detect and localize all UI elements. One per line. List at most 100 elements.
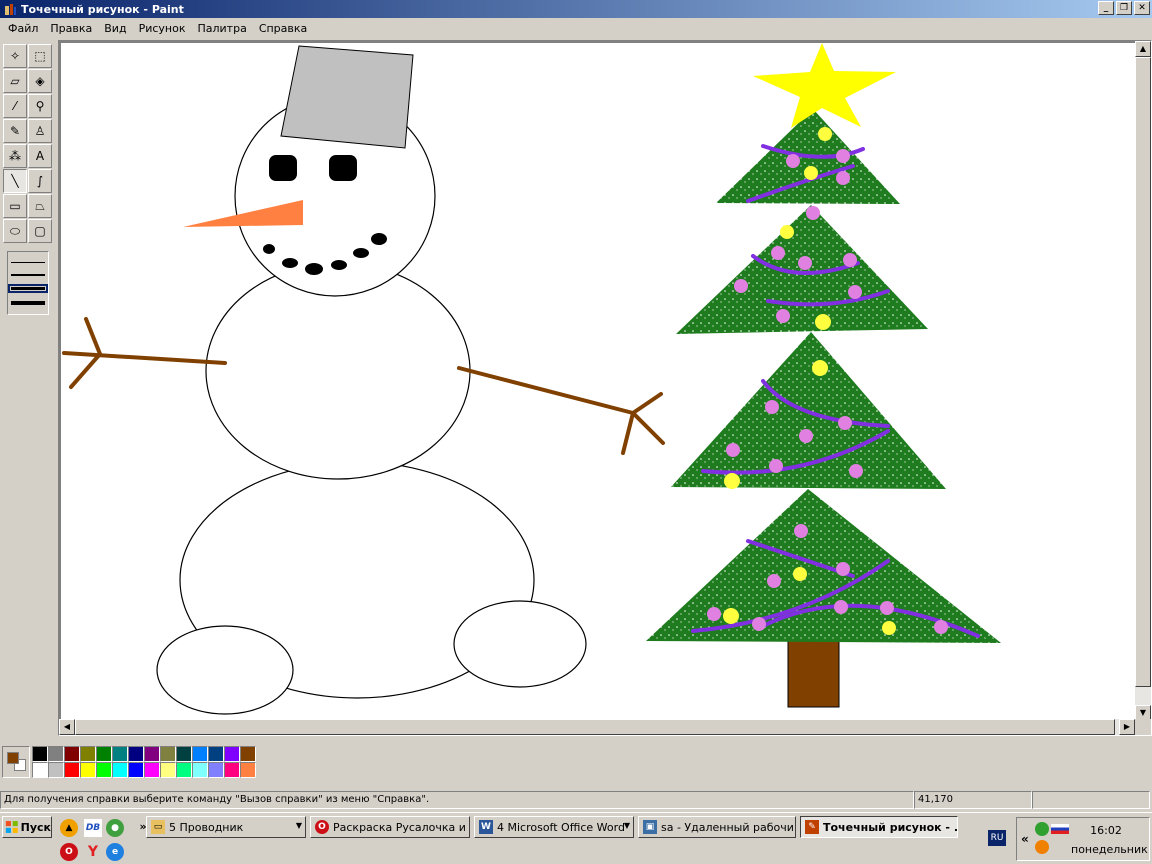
palette-swatch[interactable] [144,746,160,762]
line-width-2[interactable] [11,273,45,276]
windows-logo-icon [5,821,18,833]
tray-expand-icon[interactable]: « [1021,832,1029,846]
ellipse-icon: ⬭ [9,223,21,238]
task-word[interactable]: W 4 Microsoft Office Word ▼ [474,816,634,838]
palette-swatch[interactable] [208,746,224,762]
update-tray-icon[interactable] [1035,840,1049,854]
clock-day: понедельник [1071,843,1148,856]
palette-swatch[interactable] [80,762,96,778]
minimize-button[interactable]: _ [1098,1,1114,15]
opera-launch-icon[interactable]: O [60,843,78,861]
palette-swatch[interactable] [176,762,192,778]
polygon-tool[interactable]: ⏢ [28,194,52,218]
db-icon[interactable]: DB [84,819,102,837]
palette-swatch[interactable] [240,762,256,778]
palette-swatch[interactable] [48,762,64,778]
magnifier-tool[interactable]: ⚲ [28,94,52,118]
snowman-left-foot [156,625,294,715]
palette-swatch[interactable] [176,746,192,762]
snowman-left-eye [269,155,297,181]
palette-swatch[interactable] [64,746,80,762]
palette-swatch[interactable] [224,762,240,778]
close-button[interactable]: ✕ [1134,1,1150,15]
icq-icon[interactable]: ● [106,819,124,837]
text-tool[interactable]: A [28,144,52,168]
free-select-tool[interactable]: ✧ [3,44,27,68]
christmas-tree [646,43,1001,708]
menu-view[interactable]: Вид [98,22,132,35]
scroll-corner [1135,719,1151,735]
clock[interactable]: 16:02 понедельник [1071,824,1148,856]
foreground-color-swatch[interactable] [7,752,19,764]
palette-swatch[interactable] [32,746,48,762]
task-remote-desktop[interactable]: ▣ sa - Удаленный рабочи... [638,816,796,838]
palette-swatch[interactable] [112,746,128,762]
eraser-tool[interactable]: ▱ [3,69,27,93]
line-width-4[interactable] [11,300,45,305]
palette-swatch[interactable] [32,762,48,778]
menu-image[interactable]: Рисунок [133,22,192,35]
palette-swatch[interactable] [160,746,176,762]
network-tray-icon[interactable] [1035,822,1049,836]
airbrush-icon: ⁂ [9,149,21,163]
palette-swatch[interactable] [192,746,208,762]
palette-swatch[interactable] [128,746,144,762]
palette-swatch[interactable] [208,762,224,778]
task-paint[interactable]: ✎ Точечный рисунок - ... [800,816,958,838]
palette-swatch[interactable] [224,746,240,762]
paint-app-icon[interactable] [4,3,17,16]
scroll-right-button[interactable]: ▶ [1119,719,1135,735]
scroll-up-button[interactable]: ▲ [1135,41,1151,57]
vertical-scrollbar[interactable]: ▲ ▼ [1135,41,1151,721]
tool-grid: ✧ ⬚ ▱ ◈ ⁄ ⚲ ✎ ♙ ⁂ A ╲ ∫ ▭ ⏢ ⬭ ▢ [3,44,53,243]
line-tool[interactable]: ╲ [3,169,27,193]
taskbar: Пуск ▲ DB ● » O Y e ▭ 5 Проводник ▼ O Ра… [0,812,1152,864]
palette-swatch[interactable] [144,762,160,778]
drawing-canvas[interactable] [61,43,1135,721]
palette-swatch[interactable] [128,762,144,778]
menu-help[interactable]: Справка [253,22,313,35]
palette-swatch[interactable] [96,762,112,778]
magnifier-icon: ⚲ [35,99,45,113]
airbrush-tool[interactable]: ⁂ [3,144,27,168]
curve-tool[interactable]: ∫ [28,169,52,193]
line-width-3[interactable] [8,283,48,293]
rect-select-tool[interactable]: ⬚ [28,44,52,68]
yandex-icon[interactable]: Y [84,843,102,861]
palette-swatch[interactable] [80,746,96,762]
color-picker-tool[interactable]: ⁄ [3,94,27,118]
line-width-1[interactable] [11,261,45,263]
start-button[interactable]: Пуск [2,816,52,838]
vertical-scroll-thumb[interactable] [1135,57,1151,687]
palette-swatch[interactable] [192,762,208,778]
paint-icon: ✎ [805,820,819,834]
menu-file[interactable]: Файл [2,22,44,35]
rectangle-tool[interactable]: ▭ [3,194,27,218]
brush-tool[interactable]: ♙ [28,119,52,143]
status-bar: Для получения справки выберите команду "… [0,790,1152,810]
horizontal-scroll-thumb[interactable] [75,719,1115,735]
flag-tray-icon[interactable] [1051,824,1069,834]
task-opera[interactable]: O Раскраска Русалочка и ... [310,816,470,838]
menu-palette[interactable]: Палитра [191,22,252,35]
task-explorer[interactable]: ▭ 5 Проводник ▼ [146,816,306,838]
fill-tool[interactable]: ◈ [28,69,52,93]
aimp-icon[interactable]: ▲ [60,819,78,837]
restore-button[interactable]: ❐ [1116,1,1132,15]
current-colors[interactable] [2,746,30,778]
palette-swatch[interactable] [160,762,176,778]
ellipse-tool[interactable]: ⬭ [3,219,27,243]
palette-swatch[interactable] [64,762,80,778]
canvas-area: ▲ ▼ ◀ ▶ [58,40,1152,736]
language-indicator[interactable]: RU [988,830,1006,846]
pencil-tool[interactable]: ✎ [3,119,27,143]
rounded-rect-tool[interactable]: ▢ [28,219,52,243]
ie-icon[interactable]: e [106,843,124,861]
palette-swatch[interactable] [48,746,64,762]
palette-swatch[interactable] [112,762,128,778]
menu-edit[interactable]: Правка [44,22,98,35]
horizontal-scrollbar[interactable]: ◀ ▶ [59,719,1135,735]
scroll-left-button[interactable]: ◀ [59,719,75,735]
palette-swatch[interactable] [240,746,256,762]
palette-swatch[interactable] [96,746,112,762]
